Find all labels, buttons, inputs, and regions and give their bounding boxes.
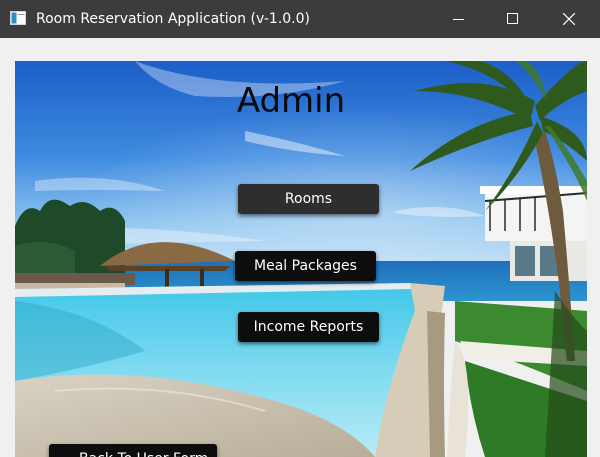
income-reports-button[interactable]: Income Reports — [238, 312, 379, 342]
close-icon — [563, 13, 575, 25]
app-window-icon — [10, 11, 26, 25]
window-title: Room Reservation Application (v-1.0.0) — [36, 11, 311, 27]
page-title: Admin — [236, 81, 346, 121]
back-to-user-form-button[interactable]: Back To User Form — [49, 444, 217, 457]
maximize-button[interactable] — [490, 0, 536, 38]
meal-packages-button[interactable]: Meal Packages — [235, 251, 376, 281]
close-button[interactable] — [546, 0, 592, 38]
admin-panel: Admin Rooms Meal Packages Income Reports… — [15, 61, 587, 457]
maximize-icon — [507, 13, 518, 24]
minimize-button[interactable] — [436, 0, 482, 38]
title-bar[interactable]: Room Reservation Application (v-1.0.0) — [0, 0, 600, 38]
rooms-button[interactable]: Rooms — [238, 184, 379, 214]
minimize-icon — [453, 19, 464, 20]
app-window: Room Reservation Application (v-1.0.0) A… — [0, 0, 600, 457]
